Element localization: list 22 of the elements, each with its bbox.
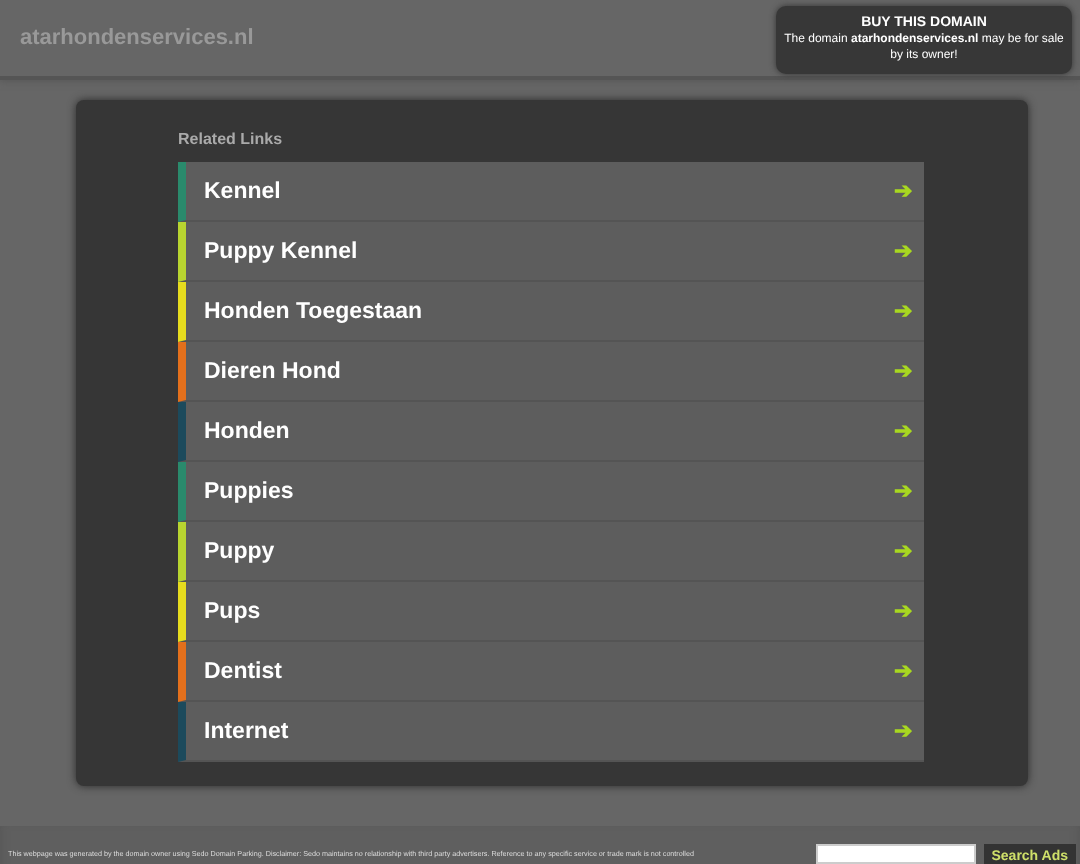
arrow-icon: ➔: [894, 418, 912, 444]
arrow-icon: ➔: [894, 718, 912, 744]
related-link[interactable]: Pups ➔: [178, 582, 924, 642]
arrow-icon: ➔: [894, 238, 912, 264]
search-field[interactable]: [815, 844, 976, 864]
related-link[interactable]: Puppy ➔: [178, 522, 924, 582]
arrow-icon: ➔: [894, 358, 912, 384]
related-link[interactable]: Honden ➔: [178, 402, 924, 462]
arrow-icon: ➔: [894, 658, 912, 684]
arrow-icon: ➔: [894, 478, 912, 504]
related-links-heading: Related Links: [178, 130, 283, 148]
arrow-icon: ➔: [894, 178, 912, 204]
related-link[interactable]: Puppies ➔: [178, 462, 924, 522]
related-link[interactable]: Dentist ➔: [178, 642, 924, 702]
related-link[interactable]: Dieren Hond ➔: [178, 342, 924, 402]
related-link[interactable]: Puppy Kennel ➔: [178, 222, 924, 282]
arrow-icon: ➔: [894, 538, 912, 564]
related-link[interactable]: Honden Toegestaan ➔: [178, 282, 924, 342]
arrow-icon: ➔: [894, 598, 912, 624]
related-link[interactable]: Internet ➔: [178, 702, 924, 762]
arrow-icon: ➔: [894, 298, 912, 324]
related-link[interactable]: Kennel ➔: [178, 162, 924, 222]
